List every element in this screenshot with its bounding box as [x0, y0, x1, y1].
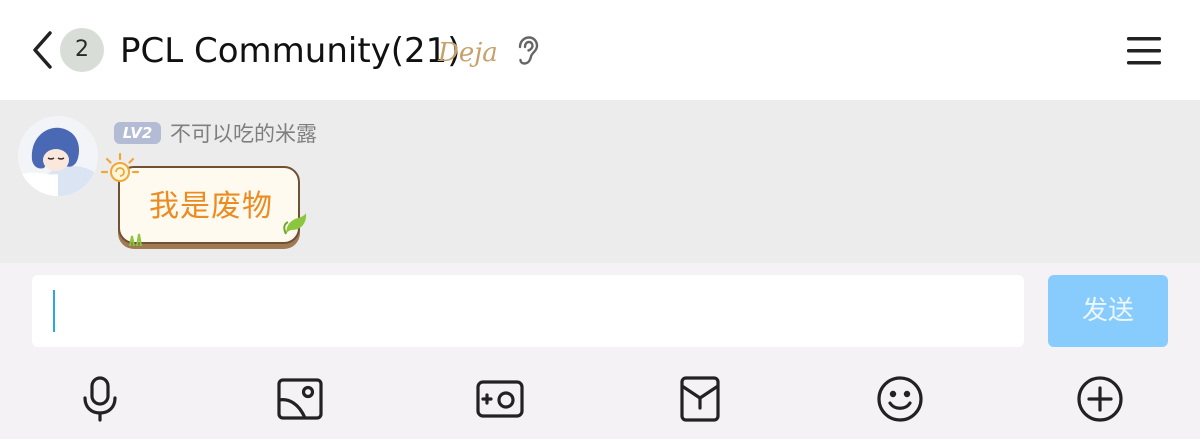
avatar[interactable] [18, 116, 98, 196]
message-area: LV2 不可以吃的米露 我是废物 [0, 100, 1200, 263]
grass-decoration-icon [126, 232, 148, 246]
send-button[interactable]: 发送 [1048, 275, 1168, 347]
message-input-box[interactable] [32, 275, 1024, 347]
ear-icon[interactable] [514, 36, 540, 66]
level-badge: LV2 [114, 122, 161, 144]
sender-name[interactable]: 不可以吃的米露 [170, 120, 317, 148]
hamburger-menu-icon[interactable] [1127, 36, 1161, 66]
unread-count-badge[interactable]: 2 [60, 28, 104, 72]
chevron-left-icon[interactable] [30, 30, 56, 70]
text-caret [53, 290, 55, 332]
sun-decoration-icon [100, 152, 140, 192]
deja-badge-icon: Deja [438, 38, 498, 68]
plus-icon[interactable] [1075, 374, 1125, 424]
chat-title[interactable]: PCL Community(21) [120, 28, 461, 74]
message-input[interactable] [52, 289, 1006, 335]
microphone-icon[interactable] [75, 374, 125, 424]
camera-icon[interactable] [475, 374, 525, 424]
image-icon[interactable] [275, 374, 325, 424]
leaf-decoration-icon [282, 212, 308, 236]
emoji-icon[interactable] [875, 374, 925, 424]
chat-header: 2 PCL Community(21) Deja [0, 0, 1200, 100]
red-envelope-icon[interactable] [675, 374, 725, 424]
